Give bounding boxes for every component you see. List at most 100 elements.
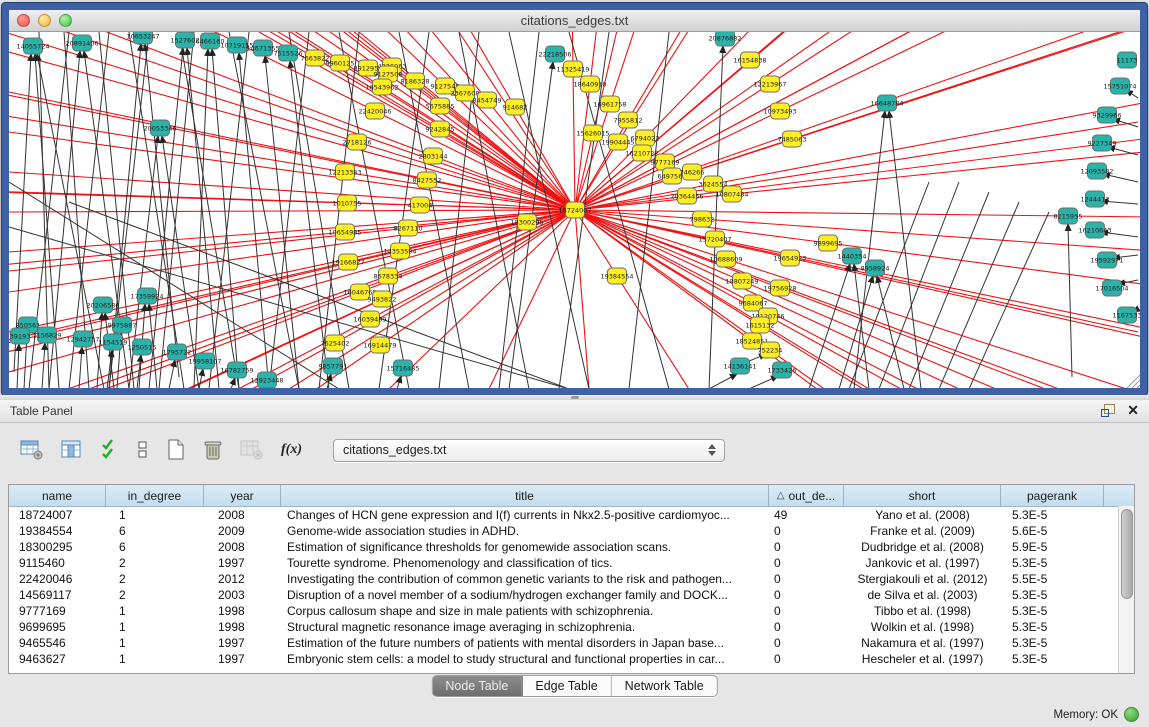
graph-node-label: 8186328 xyxy=(401,78,430,86)
cell-name: 14569117 xyxy=(9,588,106,602)
table-options-icon[interactable] xyxy=(20,439,44,461)
graph-edge[interactable] xyxy=(9,157,420,205)
graph-node-label: 15716485 xyxy=(386,365,419,373)
function-builder-icon[interactable]: f(x) xyxy=(281,442,302,458)
graph-edge[interactable] xyxy=(79,347,82,388)
new-file-icon[interactable] xyxy=(166,438,186,462)
graph-edge[interactable] xyxy=(770,350,1140,388)
tab-edge-table[interactable]: Edge Table xyxy=(522,676,611,696)
graph-edge[interactable] xyxy=(879,182,959,388)
graph-edge[interactable] xyxy=(199,369,203,388)
graph-edge[interactable] xyxy=(231,378,235,388)
float-panel-icon[interactable] xyxy=(1100,403,1115,418)
graph-edge[interactable] xyxy=(239,53,269,388)
close-panel-icon[interactable]: ✕ xyxy=(1127,403,1139,418)
graph-edge[interactable] xyxy=(790,258,1140,388)
column-header-year[interactable]: year xyxy=(204,485,281,506)
close-window-button[interactable] xyxy=(17,14,30,27)
graph-node-label: 19592971 xyxy=(1090,257,1123,265)
graph-edge[interactable] xyxy=(575,84,590,210)
graph-edge[interactable] xyxy=(265,56,299,388)
minimize-window-button[interactable] xyxy=(38,14,51,27)
graph-edge[interactable] xyxy=(617,276,1140,388)
table-select-dropdown[interactable]: citations_edges.txt xyxy=(333,439,725,462)
graph-node-label: 18807249 xyxy=(725,278,758,286)
cell-short: Hescheler et al. (1997) xyxy=(844,652,1001,666)
tab-network-table[interactable]: Network Table xyxy=(612,676,717,696)
table-row[interactable]: 2242004622012Investigating the contribut… xyxy=(9,571,1134,587)
graph-edge[interactable] xyxy=(397,376,401,388)
graph-edge[interactable] xyxy=(17,344,19,388)
cell-out_de: 0 xyxy=(769,556,844,570)
graph-edge[interactable] xyxy=(768,316,1140,388)
graph-edge[interactable] xyxy=(149,48,183,388)
graph-edge[interactable] xyxy=(575,210,760,325)
zoom-window-button[interactable] xyxy=(59,14,72,27)
column-header-short[interactable]: short xyxy=(844,485,1001,506)
graph-edge[interactable] xyxy=(42,343,45,388)
table-row[interactable]: 1456911722003Disruption of a novel membe… xyxy=(9,587,1134,603)
cell-pagerank: 5.3E-5 xyxy=(1001,636,1104,650)
column-header-in_degree[interactable]: in_degree xyxy=(106,485,204,506)
cell-short: de Silva et al. (2003) xyxy=(844,588,1001,602)
table-row[interactable]: 1830029562008Estimation of significance … xyxy=(9,539,1134,555)
network-canvas[interactable]: 1872400718300295193845541562601519904445… xyxy=(9,32,1140,388)
graph-edge[interactable] xyxy=(375,111,575,210)
column-header-title[interactable]: title xyxy=(281,485,769,506)
graph-edge[interactable] xyxy=(753,303,1140,388)
show-columns-icon[interactable] xyxy=(61,439,83,461)
graph-edge[interactable] xyxy=(749,376,778,388)
graph-edge[interactable] xyxy=(877,276,904,388)
graph-edge[interactable] xyxy=(179,32,239,388)
graph-edge[interactable] xyxy=(752,341,1140,388)
resize-grip[interactable] xyxy=(1127,375,1140,388)
graph-edge[interactable] xyxy=(145,44,179,377)
graph-node-label: 798632 xyxy=(690,216,715,224)
table-row[interactable]: 1938455462009Genome-wide association stu… xyxy=(9,523,1134,539)
memory-status-label: Memory: OK xyxy=(1053,709,1118,721)
status-bar: Memory: OK xyxy=(1053,707,1139,722)
graph-node-label: 16782759 xyxy=(220,367,253,375)
graph-edge[interactable] xyxy=(573,69,575,210)
cell-out_de: 0 xyxy=(769,604,844,618)
graph-edge[interactable] xyxy=(575,210,589,388)
table-row[interactable]: 946554611997Estimation of the future num… xyxy=(9,635,1134,651)
delete-table-icon[interactable] xyxy=(203,438,223,462)
graph-edge[interactable] xyxy=(809,264,850,388)
graph-edge[interactable] xyxy=(9,292,360,388)
graph-edge[interactable] xyxy=(645,32,1140,138)
table-panel-header: Table Panel ✕ xyxy=(0,400,1149,423)
graph-edge[interactable] xyxy=(194,49,208,388)
graph-node-label: 12923448 xyxy=(250,377,283,385)
column-header-name[interactable]: name xyxy=(9,485,106,506)
graph-edge[interactable] xyxy=(575,133,593,210)
graph-edge[interactable] xyxy=(269,32,309,388)
row-checks-icon[interactable] xyxy=(100,439,120,461)
table-row[interactable]: 969969511998Structural magnetic resonanc… xyxy=(9,619,1134,635)
graph-node-label: 16648784 xyxy=(870,100,903,108)
graph-edge[interactable] xyxy=(9,210,575,292)
table-row[interactable]: 911546021997Tourette syndrome. Phenomeno… xyxy=(9,555,1134,571)
cell-title: Estimation of significance thresholds fo… xyxy=(281,540,769,554)
cells-icon[interactable] xyxy=(137,439,149,461)
vertical-scrollbar[interactable] xyxy=(1118,506,1134,673)
scrollbar-thumb[interactable] xyxy=(1121,509,1133,599)
graph-edge[interactable] xyxy=(760,325,1140,388)
window-titlebar[interactable]: citations_edges.txt xyxy=(9,10,1140,32)
table-row[interactable]: 1872400712008Changes of HCN gene express… xyxy=(9,507,1134,523)
cell-short: Wolkin et al. (1998) xyxy=(844,620,1001,634)
graph-edge[interactable] xyxy=(939,202,1019,388)
table-row[interactable]: 977716911998Corpus callosum shape and si… xyxy=(9,603,1134,619)
graph-edge[interactable] xyxy=(709,374,737,388)
column-header-out_de[interactable]: △out_de... xyxy=(769,485,844,506)
network-graph[interactable]: 1872400718300295193845541562601519904445… xyxy=(9,32,1140,388)
column-header-pagerank[interactable]: pagerank xyxy=(1001,485,1104,506)
table-row[interactable]: 946362711997Embryonic stem cells: a mode… xyxy=(9,651,1134,667)
graph-edge[interactable] xyxy=(1068,224,1072,377)
graph-edge[interactable] xyxy=(732,42,1140,194)
graph-edge[interactable] xyxy=(780,288,1140,388)
cell-in_degree: 1 xyxy=(106,652,204,666)
cell-pagerank: 5.5E-5 xyxy=(1001,572,1104,586)
graph-node-label: 12093582 xyxy=(1080,168,1113,176)
tab-node-table[interactable]: Node Table xyxy=(432,676,522,696)
